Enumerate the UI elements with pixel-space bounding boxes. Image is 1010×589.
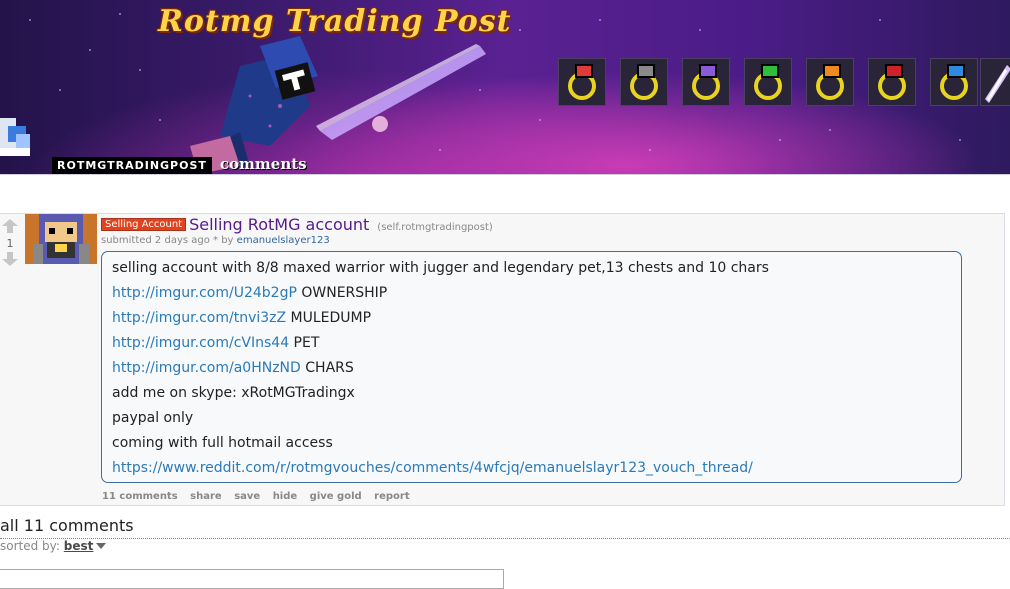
pixel-item-icon xyxy=(0,108,40,168)
upvote-icon[interactable] xyxy=(2,219,18,233)
save-button[interactable]: save xyxy=(234,491,260,502)
selftext-link-line: http://imgur.com/U24b2gP OWNERSHIP xyxy=(112,281,951,306)
divider xyxy=(0,538,1010,539)
post-selftext: selling account with 8/8 maxed warrior w… xyxy=(101,251,962,483)
post-title-link[interactable]: Selling RotMG account xyxy=(189,215,369,234)
sort-menu: sorted by: best xyxy=(0,539,107,553)
sorted-by-label: sorted by: xyxy=(0,539,60,553)
selftext-link-line: http://imgur.com/cVIns44 PET xyxy=(112,331,951,356)
skype-line: add me on skype: xRotMGTradingx xyxy=(112,385,355,401)
post-thumbnail[interactable] xyxy=(25,214,97,264)
ring-icons-row xyxy=(558,58,978,106)
all-comments-heading: all 11 comments xyxy=(0,516,134,535)
link-label: CHARS xyxy=(300,360,354,376)
gray-ring-icon xyxy=(620,58,668,106)
submitted-text: submitted 2 days ago * by xyxy=(101,235,234,246)
subreddit-banner: Rotmg Trading Post ROTMGTRADINGPOST comm… xyxy=(0,0,1010,175)
vouch-thread-link[interactable]: https://www.reddit.com/r/rotmgvouches/co… xyxy=(112,460,753,476)
red-ring-icon xyxy=(558,58,606,106)
author-link[interactable]: emanuelslayer123 xyxy=(237,235,330,246)
give-gold-button[interactable]: give gold xyxy=(310,491,362,502)
link-flair: Selling Account xyxy=(101,218,187,231)
vote-column: 1 xyxy=(0,218,20,270)
selftext-link-line: http://imgur.com/tnvi3zZ MULEDUMP xyxy=(112,306,951,331)
chevron-down-icon[interactable] xyxy=(96,543,107,549)
staff-icon xyxy=(980,58,1010,106)
pet-link[interactable]: http://imgur.com/cVIns44 xyxy=(112,335,289,351)
post-buttons: 11 comments share save hide give gold re… xyxy=(102,491,419,502)
all-comments-text: all 11 comments xyxy=(0,516,134,535)
selftext-link-line: http://imgur.com/a0HNzND CHARS xyxy=(112,356,951,381)
subreddit-name-link[interactable]: ROTMGTRADINGPOST xyxy=(52,157,212,174)
green-ring-icon xyxy=(744,58,792,106)
vouch-line: https://www.reddit.com/r/rotmgvouches/co… xyxy=(112,456,951,481)
paypal-line: paypal only xyxy=(112,410,194,426)
post-domain[interactable]: (self.rotmgtradingpost) xyxy=(377,222,493,233)
chars-link[interactable]: http://imgur.com/a0HNzND xyxy=(112,360,301,376)
post-score: 1 xyxy=(6,237,14,250)
crimson-ring-icon xyxy=(868,58,916,106)
comment-textarea[interactable] xyxy=(0,569,504,589)
comments-button[interactable]: 11 comments xyxy=(102,491,178,502)
downvote-icon[interactable] xyxy=(2,252,18,266)
orange-ring-icon xyxy=(806,58,854,106)
hide-button[interactable]: hide xyxy=(273,491,298,502)
subreddit-tabbar: ROTMGTRADINGPOST comments xyxy=(52,154,307,174)
link-label: MULEDUMP xyxy=(286,310,372,326)
post-title-line: Selling Account Selling RotMG account (sel… xyxy=(101,215,493,234)
post-container: 1 Selling Account Selling RotMG account (s… xyxy=(0,213,1005,506)
link-label: OWNERSHIP xyxy=(296,285,388,301)
selftext-line: selling account with 8/8 maxed warrior w… xyxy=(112,260,769,276)
report-button[interactable]: report xyxy=(374,491,409,502)
hotmail-line: coming with full hotmail access xyxy=(112,435,333,451)
post-tagline: submitted 2 days ago * by emanuelslayer1… xyxy=(101,235,330,246)
share-button[interactable]: share xyxy=(190,491,222,502)
purple-ring-icon xyxy=(682,58,730,106)
link-label: PET xyxy=(289,335,320,351)
blue-ring-icon xyxy=(930,58,978,106)
tab-comments[interactable]: comments xyxy=(220,155,307,174)
sort-dropdown[interactable]: best xyxy=(64,539,94,553)
banner-title: Rotmg Trading Post xyxy=(158,4,512,39)
ownership-link[interactable]: http://imgur.com/U24b2gP xyxy=(112,285,297,301)
muledump-link[interactable]: http://imgur.com/tnvi3zZ xyxy=(112,310,286,326)
